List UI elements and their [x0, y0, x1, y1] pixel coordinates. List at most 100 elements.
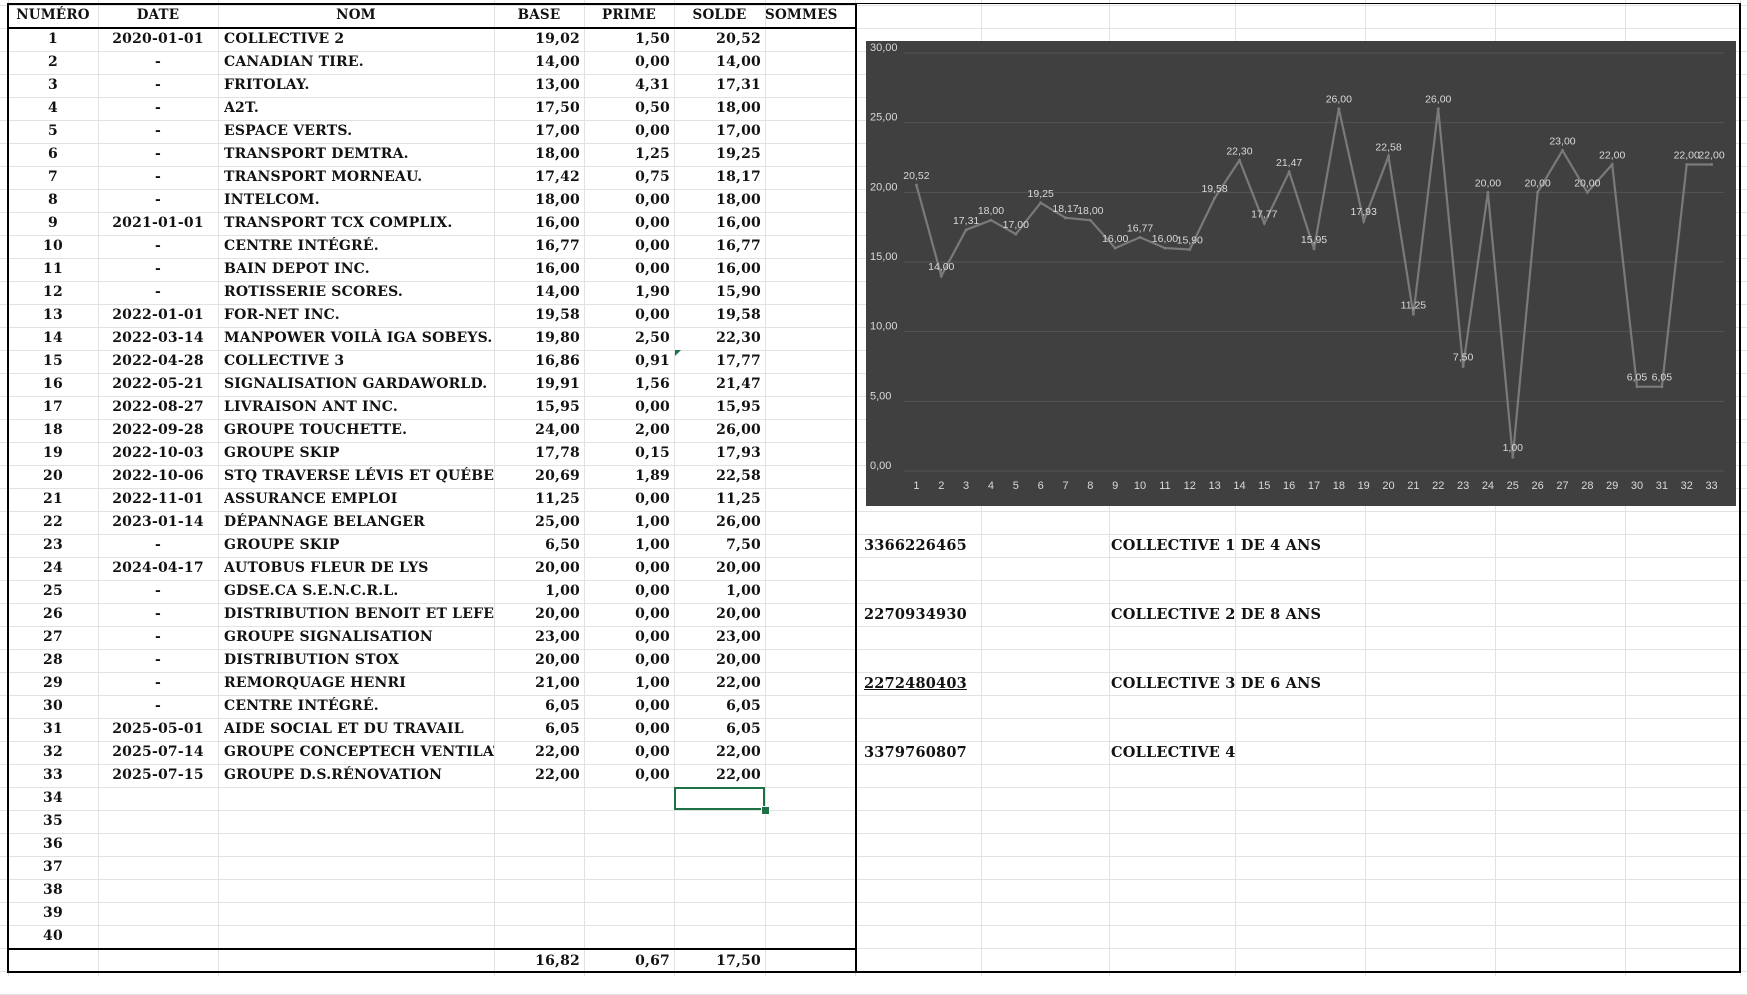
date-cell[interactable]: -: [98, 120, 218, 143]
base-cell[interactable]: 14,00: [494, 281, 580, 304]
prime-cell[interactable]: 0,00: [584, 718, 670, 741]
solde-cell[interactable]: 18,00: [674, 97, 761, 120]
nom-cell[interactable]: COLLECTIVE 3: [224, 350, 494, 373]
solde-cell[interactable]: 26,00: [674, 511, 761, 534]
date-cell[interactable]: 2022-11-01: [98, 488, 218, 511]
base-cell[interactable]: 16,86: [494, 350, 580, 373]
date-cell[interactable]: [98, 787, 218, 810]
nom-cell[interactable]: DISTRIBUTION STOX: [224, 649, 494, 672]
base-cell[interactable]: 22,00: [494, 741, 580, 764]
nom-cell[interactable]: [224, 787, 494, 810]
nom-cell[interactable]: [224, 856, 494, 879]
nom-cell[interactable]: GDSE.CA S.E.N.C.R.L.: [224, 580, 494, 603]
nom-cell[interactable]: INTELCOM.: [224, 189, 494, 212]
solde-cell[interactable]: 15,90: [674, 281, 761, 304]
row-number-cell[interactable]: 30: [8, 695, 98, 718]
date-cell[interactable]: 2020-01-01: [98, 28, 218, 51]
row-number-cell[interactable]: 18: [8, 419, 98, 442]
nom-cell[interactable]: ROTISSERIE SCORES.: [224, 281, 494, 304]
base-cell[interactable]: 17,78: [494, 442, 580, 465]
solde-cell[interactable]: 11,25: [674, 488, 761, 511]
prime-cell[interactable]: 1,90: [584, 281, 670, 304]
solde-cell[interactable]: [674, 833, 761, 856]
base-cell[interactable]: 19,58: [494, 304, 580, 327]
policy-label-cell[interactable]: COLLECTIVE 2 DE 8 ANS: [1111, 603, 1411, 626]
row-number-cell[interactable]: 25: [8, 580, 98, 603]
nom-cell[interactable]: CANADIAN TIRE.: [224, 51, 494, 74]
base-cell[interactable]: 11,25: [494, 488, 580, 511]
date-cell[interactable]: 2023-01-14: [98, 511, 218, 534]
row-number-cell[interactable]: 31: [8, 718, 98, 741]
nom-cell[interactable]: STQ TRAVERSE LÉVIS ET QUÉBEC: [224, 465, 494, 488]
fill-handle[interactable]: [761, 806, 770, 815]
prime-cell[interactable]: 1,50: [584, 28, 670, 51]
row-number-cell[interactable]: 24: [8, 557, 98, 580]
nom-cell[interactable]: GROUPE TOUCHETTE.: [224, 419, 494, 442]
prime-cell[interactable]: 1,25: [584, 143, 670, 166]
row-number-cell[interactable]: 11: [8, 258, 98, 281]
date-cell[interactable]: -: [98, 281, 218, 304]
prime-cell[interactable]: 0,00: [584, 626, 670, 649]
base-cell[interactable]: 6,05: [494, 695, 580, 718]
row-number-cell[interactable]: 36: [8, 833, 98, 856]
row-number-cell[interactable]: 14: [8, 327, 98, 350]
prime-cell[interactable]: [584, 856, 670, 879]
prime-cell[interactable]: [584, 787, 670, 810]
base-cell[interactable]: [494, 902, 580, 925]
base-cell[interactable]: 14,00: [494, 51, 580, 74]
date-cell[interactable]: -: [98, 258, 218, 281]
selected-cell[interactable]: [674, 787, 765, 810]
date-cell[interactable]: -: [98, 166, 218, 189]
solde-cell[interactable]: 16,00: [674, 258, 761, 281]
solde-cell[interactable]: 20,52: [674, 28, 761, 51]
nom-cell[interactable]: GROUPE SIGNALISATION: [224, 626, 494, 649]
row-number-cell[interactable]: 9: [8, 212, 98, 235]
prime-cell[interactable]: 1,00: [584, 672, 670, 695]
solde-cell[interactable]: 22,00: [674, 764, 761, 787]
solde-cell[interactable]: 23,00: [674, 626, 761, 649]
base-cell[interactable]: [494, 856, 580, 879]
solde-cell[interactable]: 16,00: [674, 212, 761, 235]
nom-cell[interactable]: BAIN DEPOT INC.: [224, 258, 494, 281]
row-number-cell[interactable]: 32: [8, 741, 98, 764]
nom-cell[interactable]: AIDE SOCIAL ET DU TRAVAIL: [224, 718, 494, 741]
solde-cell[interactable]: [674, 856, 761, 879]
date-cell[interactable]: 2025-05-01: [98, 718, 218, 741]
prime-cell[interactable]: [584, 810, 670, 833]
prime-cell[interactable]: 1,00: [584, 534, 670, 557]
base-cell[interactable]: 17,42: [494, 166, 580, 189]
row-number-cell[interactable]: 33: [8, 764, 98, 787]
nom-cell[interactable]: CENTRE INTÉGRÉ.: [224, 235, 494, 258]
date-cell[interactable]: 2022-04-28: [98, 350, 218, 373]
nom-cell[interactable]: TRANSPORT TCX COMPLIX.: [224, 212, 494, 235]
nom-cell[interactable]: TRANSPORT DEMTRA.: [224, 143, 494, 166]
prime-cell[interactable]: 2,50: [584, 327, 670, 350]
row-number-cell[interactable]: 2: [8, 51, 98, 74]
row-number-cell[interactable]: 22: [8, 511, 98, 534]
row-number-cell[interactable]: 3: [8, 74, 98, 97]
solde-cell[interactable]: [674, 902, 761, 925]
row-number-cell[interactable]: 28: [8, 649, 98, 672]
row-number-cell[interactable]: 10: [8, 235, 98, 258]
date-cell[interactable]: 2022-01-01: [98, 304, 218, 327]
row-number-cell[interactable]: 34: [8, 787, 98, 810]
prime-cell[interactable]: 0,50: [584, 97, 670, 120]
header-solde[interactable]: SOLDE: [674, 4, 765, 27]
date-cell[interactable]: -: [98, 672, 218, 695]
prime-cell[interactable]: 0,91: [584, 350, 670, 373]
base-cell[interactable]: [494, 879, 580, 902]
date-cell[interactable]: 2024-04-17: [98, 557, 218, 580]
solde-cell[interactable]: [674, 810, 761, 833]
solde-cell[interactable]: 22,00: [674, 741, 761, 764]
row-number-cell[interactable]: 37: [8, 856, 98, 879]
date-cell[interactable]: -: [98, 189, 218, 212]
total-prime-cell[interactable]: 0,67: [584, 950, 670, 973]
date-cell[interactable]: 2022-08-27: [98, 396, 218, 419]
nom-cell[interactable]: [224, 810, 494, 833]
base-cell[interactable]: [494, 810, 580, 833]
base-cell[interactable]: 6,50: [494, 534, 580, 557]
base-cell[interactable]: [494, 925, 580, 948]
row-number-cell[interactable]: 1: [8, 28, 98, 51]
solde-cell[interactable]: 18,00: [674, 189, 761, 212]
date-cell[interactable]: -: [98, 626, 218, 649]
